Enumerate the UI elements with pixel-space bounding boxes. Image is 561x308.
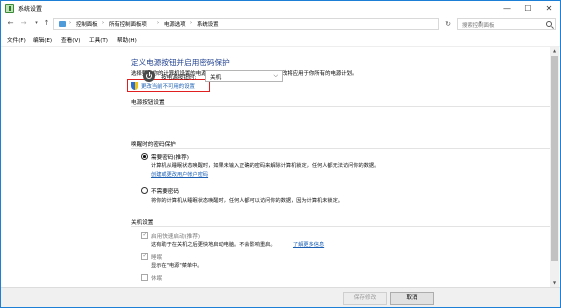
require-password-description: 计算机从睡眠状态唤醒时，如果未输入正确的密码来解除计算机锁定，任何人都无法访问你… <box>151 163 380 169</box>
search-box[interactable]: 搜索控制面板 <box>457 18 556 30</box>
settings-window: 系统设置 — ☐ ✕ ← → ▾ ↑ › 控制面板 › 所有控制面板项 › 电源… <box>0 0 561 308</box>
refresh-icon[interactable]: ↻ <box>442 18 454 30</box>
vertical-scrollbar[interactable]: ▲ ▼ <box>550 47 559 287</box>
sleep-label: 睡眠 <box>151 255 163 261</box>
wake-password-section-title: 唤醒时的密码保护 <box>131 142 176 148</box>
breadcrumb-separator-icon: › <box>157 20 159 26</box>
create-change-password-link[interactable]: 创建或更改用户帐户密码 <box>151 171 208 178</box>
menu-bar: 文件(F) 编辑(E) 查看(V) 工具(T) 帮助(H) <box>1 34 560 45</box>
scroll-up-icon[interactable]: ▲ <box>550 47 559 55</box>
chevron-down-icon: ⌵ <box>273 72 278 79</box>
maximize-button[interactable]: ☐ <box>518 1 538 16</box>
menu-edit[interactable]: 编辑(E) <box>33 36 52 44</box>
learn-more-link[interactable]: 了解更多信息 <box>293 241 324 248</box>
no-password-radio[interactable] <box>141 187 148 194</box>
require-password-radio[interactable] <box>141 153 148 160</box>
uac-shield-icon <box>131 82 138 90</box>
hibernate-checkbox[interactable] <box>141 274 148 281</box>
no-password-label[interactable]: 不需要密码 <box>151 187 179 195</box>
select-value: 关机 <box>210 75 222 81</box>
navigation-bar: ← → ▾ ↑ › 控制面板 › 所有控制面板项 › 电源选项 › 系统设置 ▾… <box>1 17 560 31</box>
close-button[interactable]: ✕ <box>539 1 559 16</box>
scroll-down-icon[interactable]: ▼ <box>550 279 559 287</box>
page-title: 定义电源按钮并启用密码保护 <box>131 58 230 67</box>
title-bar: 系统设置 — ☐ ✕ <box>1 1 560 17</box>
forward-arrow-icon[interactable]: → <box>19 18 28 29</box>
fast-startup-checkbox[interactable] <box>141 231 148 239</box>
power-button-action-select[interactable]: 关机 ⌵ <box>205 70 283 82</box>
power-options-app-icon <box>5 4 14 13</box>
menu-tools[interactable]: 工具(T) <box>89 36 108 44</box>
shutdown-section-title: 关机设置 <box>131 220 154 226</box>
search-placeholder: 搜索控制面板 <box>462 23 495 29</box>
power-button-section-title: 电源按钮设置 <box>131 100 165 106</box>
address-bar[interactable]: › 控制面板 › 所有控制面板项 › 电源选项 › 系统设置 ▾ <box>53 18 482 30</box>
breadcrumb-control-panel[interactable]: 控制面板 <box>76 20 98 28</box>
breadcrumb-separator-icon: › <box>102 20 104 26</box>
breadcrumb-separator-icon: › <box>69 20 71 26</box>
back-arrow-icon[interactable]: ← <box>6 18 15 29</box>
hibernate-label: 休眠 <box>151 276 163 282</box>
control-panel-icon <box>59 21 66 27</box>
no-password-description: 将你的计算机从睡眠状态唤醒时，任何人都可以访问你的数据，因为计算机未锁定。 <box>151 198 343 204</box>
menu-view[interactable]: 查看(V) <box>61 36 80 44</box>
breadcrumb-system-settings[interactable]: 系统设置 <box>197 20 219 28</box>
menu-help[interactable]: 帮助(H) <box>117 36 137 44</box>
breadcrumb-all-items[interactable]: 所有控制面板项 <box>109 20 147 28</box>
scroll-thumb[interactable] <box>551 56 558 261</box>
section-divider <box>131 106 551 107</box>
fast-startup-label: 启用快速启动(推荐) <box>151 234 201 240</box>
minimize-button[interactable]: — <box>497 1 517 16</box>
window-title: 系统设置 <box>18 6 43 13</box>
section-divider <box>131 148 551 149</box>
power-button-label: 按电源按钮时: <box>161 75 197 81</box>
require-password-label[interactable]: 需要密码(推荐) <box>151 153 189 161</box>
breadcrumb-separator-icon: › <box>190 20 192 26</box>
search-icon[interactable] <box>546 21 552 27</box>
main-content: 定义电源按钮并启用密码保护 选择要为你的计算机设置的电源设置。在此页上对设置所做… <box>1 47 560 287</box>
section-divider <box>131 226 551 227</box>
sleep-checkbox[interactable] <box>141 252 148 260</box>
power-icon <box>143 70 155 82</box>
change-settings-link-text[interactable]: 更改当前不可用的设置 <box>141 82 195 90</box>
action-bar: 保存修改 取消 <box>1 287 560 307</box>
save-changes-button[interactable]: 保存修改 <box>343 292 387 305</box>
up-arrow-icon[interactable]: ↑ <box>42 18 51 29</box>
menu-file[interactable]: 文件(F) <box>7 36 26 44</box>
breadcrumb-power-options[interactable]: 电源选项 <box>164 20 186 28</box>
sleep-description: 显示在"电源"菜单中。 <box>151 263 203 269</box>
fast-startup-description: 这有助于在关机之后更快地启动电脑。不会影响重启。 <box>151 242 276 248</box>
recent-locations-icon[interactable]: ▾ <box>32 18 41 29</box>
cancel-button[interactable]: 取消 <box>390 292 434 305</box>
